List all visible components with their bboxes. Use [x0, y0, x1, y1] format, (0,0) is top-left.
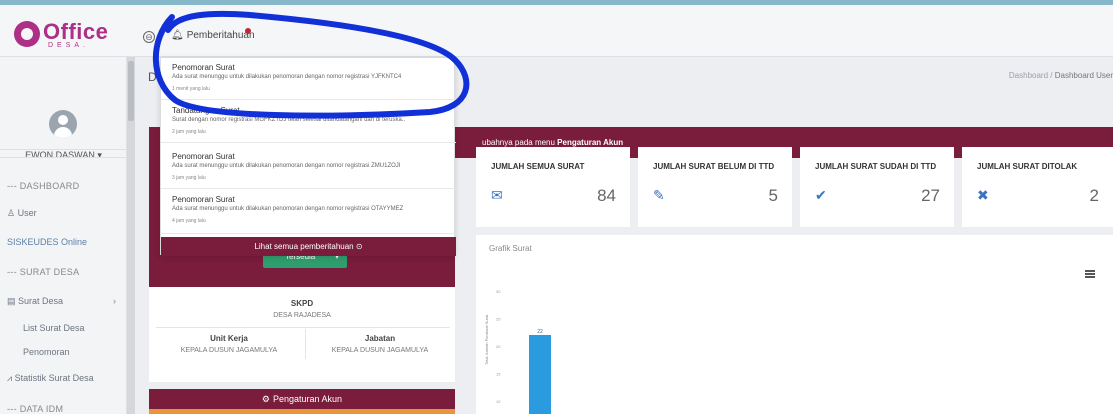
sidebar-item-siskeudes[interactable]: SISKEUDES Online [7, 237, 87, 247]
divider [0, 157, 127, 158]
sidebar-item-user[interactable]: ♙ User [7, 208, 37, 219]
notification-time: 3 jam yang lalu [172, 175, 206, 181]
profile-info-card: SKPD DESA RAJADESA Unit Kerja KEPALA DUS… [149, 287, 455, 382]
alert-link[interactable]: Pengaturan Akun [557, 138, 623, 147]
notification-body: Surat dengan nomor registrasi MGFKZTDJ t… [172, 117, 406, 123]
document-icon: ▤ [7, 296, 19, 306]
y-tick-label: 10 [496, 399, 501, 404]
envelope-icon: ✉ [491, 187, 503, 203]
see-all-notifications-button[interactable]: Lihat semua pemberitahuan ⊙ [161, 237, 456, 256]
sidebar-toggle-icon[interactable]: ⊖ [143, 31, 155, 43]
notification-body: Ada surat menunggu untuk dilakukan penom… [172, 163, 401, 169]
skpd-value: DESA RAJADESA [273, 312, 331, 319]
stat-value: 5 [768, 186, 778, 205]
logo-subtext: DESA. [48, 42, 90, 49]
unit-kerja-value: KEPALA DUSUN JAGAMULYA [180, 347, 278, 354]
logo-mark-icon [14, 21, 40, 47]
check-icon: ✔ [815, 187, 827, 203]
bar-chart: Total Jumlah Pembuat Surat 30 25 20 15 10 22 [484, 289, 551, 414]
notification-dropdown: Penomoran Surat Ada surat menunggu untuk… [160, 57, 456, 256]
notification-body: Ada surat menunggu untuk dilakukan penom… [172, 206, 404, 212]
notification-time: 2 jam yang lalu [172, 129, 206, 135]
stat-title: JUMLAH SEMUA SURAT [491, 162, 585, 171]
y-tick-label: 25 [496, 317, 501, 322]
user-menu[interactable]: EWON DASWAN ▾ [0, 150, 127, 161]
section-dashboard: --- DASHBOARD [7, 181, 80, 191]
notification-title: Penomoran Surat [172, 152, 235, 161]
notification-item[interactable]: Penomoran Surat Ada surat menunggu untuk… [161, 190, 456, 234]
arrow-circle-icon: ⊙ [355, 242, 363, 251]
divider [156, 327, 450, 328]
avatar [49, 110, 77, 138]
y-tick-label: 20 [496, 344, 501, 349]
notification-time: 4 jam yang lalu [172, 218, 206, 224]
sidebar: EWON DASWAN ▾ --- DASHBOARD ♙ User SISKE… [0, 57, 127, 414]
stat-card-ditolak[interactable]: JUMLAH SURAT DITOLAK ✖ 2 [962, 147, 1113, 227]
notification-button[interactable]: 🔔︎ Pemberitahuan [171, 28, 255, 41]
sidebar-item-list-surat[interactable]: List Surat Desa [23, 323, 85, 333]
page-title: D [148, 70, 157, 84]
notification-item[interactable]: Tandatangan Surat Surat dengan nomor reg… [161, 101, 456, 143]
stat-value: 2 [1089, 186, 1099, 205]
chevron-right-icon: › [113, 296, 116, 306]
bell-icon: 🔔︎ [171, 30, 184, 41]
chart-line-icon: ⩘ [7, 373, 15, 383]
unit-kerja-label: Unit Kerja [210, 334, 248, 343]
stat-card-belum-ttd[interactable]: JUMLAH SURAT BELUM DI TTD ✎ 5 [638, 147, 792, 227]
notification-title: Tandatangan Surat [172, 106, 240, 115]
notification-time: 1 menit yang lalu [172, 86, 210, 92]
sidebar-item-surat-desa[interactable]: ▤ Surat Desa [7, 296, 63, 307]
y-axis-label: Total Jumlah Pembuat Surat [484, 314, 489, 365]
notification-item[interactable]: Penomoran Surat Ada surat menunggu untuk… [161, 147, 456, 189]
alert-text: ubahnya pada menu Pengaturan Akun [482, 138, 624, 147]
stat-card-total[interactable]: JUMLAH SEMUA SURAT ✉ 84 [476, 147, 630, 227]
bar-data-label: 22 [537, 329, 543, 335]
breadcrumb-separator: / [1050, 71, 1053, 80]
account-settings-button[interactable]: ⚙ Pengaturan Akun [149, 389, 455, 409]
stat-title: JUMLAH SURAT DITOLAK [977, 162, 1078, 171]
top-header: Office DESA. ⊖ 🔔︎ Pemberitahuan [0, 5, 1113, 57]
user-icon: ♙ [7, 208, 18, 218]
chart-bar [529, 335, 551, 414]
y-tick-label: 15 [496, 372, 501, 377]
gear-icon: ⚙ [261, 394, 270, 404]
stat-value: 84 [597, 186, 616, 205]
x-icon: ✖ [977, 187, 989, 203]
pencil-icon: ✎ [653, 187, 665, 203]
stat-card-sudah-ttd[interactable]: JUMLAH SURAT SUDAH DI TTD ✔ 27 [800, 147, 954, 227]
section-data-idm: --- DATA IDM [7, 404, 64, 414]
stat-title: JUMLAH SURAT BELUM DI TTD [653, 162, 775, 171]
breadcrumb-home[interactable]: Dashboard [1009, 71, 1048, 80]
stat-title: JUMLAH SURAT SUDAH DI TTD [815, 162, 937, 171]
scrollbar-thumb[interactable] [128, 61, 134, 121]
section-surat-desa: --- SURAT DESA [7, 267, 80, 277]
notification-title: Penomoran Surat [172, 195, 235, 204]
jabatan-label: Jabatan [364, 334, 396, 343]
notification-item[interactable]: Penomoran Surat Ada surat menunggu untuk… [161, 58, 456, 100]
app-logo[interactable]: Office DESA. [14, 19, 114, 49]
stat-value: 27 [921, 186, 940, 205]
sidebar-item-penomoran[interactable]: Penomoran [23, 347, 70, 357]
divider [0, 149, 127, 150]
jabatan-value: KEPALA DUSUN JAGAMULYA [331, 347, 429, 354]
breadcrumb: Dashboard / Dashboard User [1009, 71, 1113, 80]
sidebar-item-statistik[interactable]: ⩘ Statistik Surat Desa [7, 373, 94, 384]
orange-strip [149, 409, 455, 414]
breadcrumb-current: Dashboard User [1054, 71, 1113, 80]
chart-card: Grafik Surat Total Jumlah Pembuat Surat 3… [476, 235, 1113, 414]
notification-dot [245, 28, 251, 34]
skpd-label: SKPD [290, 299, 314, 308]
y-tick-label: 30 [496, 289, 501, 294]
sidebar-scrollbar[interactable] [127, 57, 135, 414]
notification-body: Ada surat menunggu untuk dilakukan penom… [172, 74, 402, 80]
notification-title: Penomoran Surat [172, 63, 235, 72]
